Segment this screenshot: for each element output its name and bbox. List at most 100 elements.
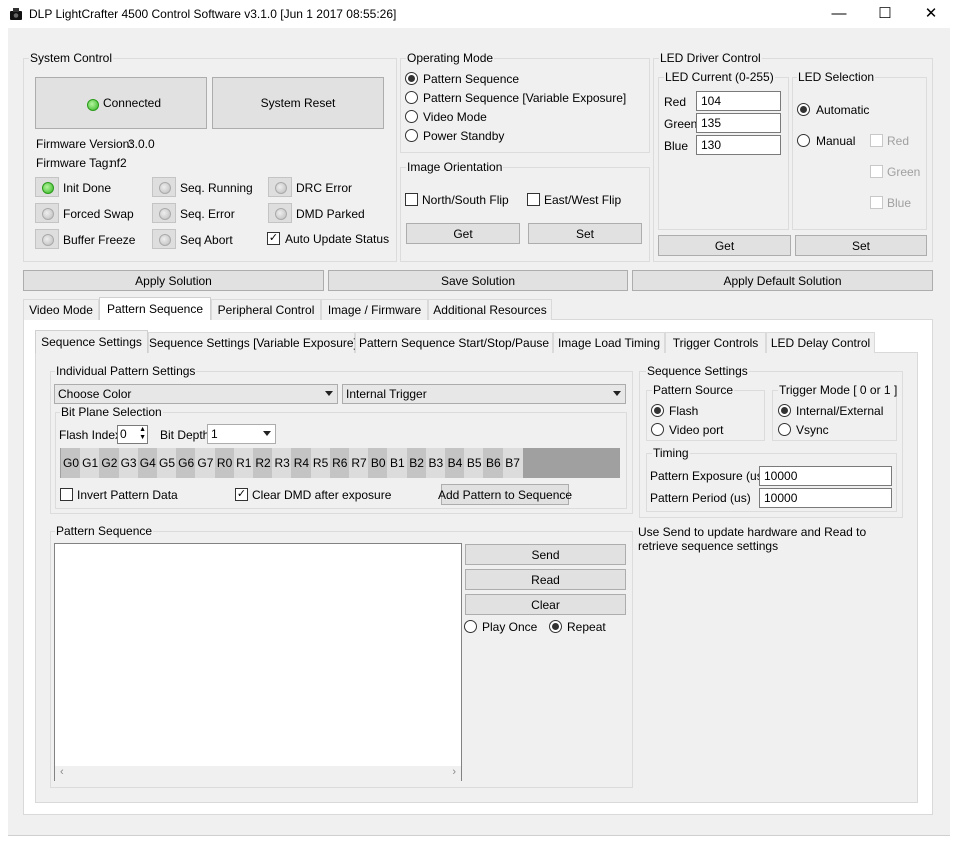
source-flash-label: Flash	[669, 404, 699, 418]
bit-plane-g7[interactable]: G7	[195, 448, 216, 478]
scroll-left-icon[interactable]: ‹	[60, 766, 64, 778]
manual-blue-label: Blue	[887, 196, 912, 210]
horizontal-scrollbar[interactable]: ‹ ›	[55, 766, 461, 781]
flash-index-spinner[interactable]: 0 ▲ ▼	[117, 425, 148, 444]
invert-pattern-checkbox[interactable]	[60, 488, 73, 501]
led-manual-radio[interactable]	[797, 134, 810, 147]
close-button[interactable]: ✕	[908, 0, 954, 28]
system-control-title: System Control	[29, 51, 114, 65]
tab-trigger-controls[interactable]: Trigger Controls	[665, 332, 766, 353]
apply-solution-button[interactable]: Apply Solution	[23, 270, 324, 291]
trigger-mode-title: Trigger Mode [ 0 or 1 ]	[778, 383, 899, 397]
bit-plane-g1[interactable]: G1	[80, 448, 101, 478]
tab-additional-resources[interactable]: Additional Resources	[428, 299, 552, 320]
bit-plane-g2[interactable]: G2	[99, 448, 120, 478]
tab-video-mode[interactable]: Video Mode	[23, 299, 99, 320]
bit-plane-b7[interactable]: B7	[502, 448, 523, 478]
add-pattern-button[interactable]: Add Pattern to Sequence	[438, 484, 572, 505]
bit-plane-b2[interactable]: B2	[406, 448, 427, 478]
tab-pattern-start-stop[interactable]: Pattern Sequence Start/Stop/Pause	[355, 332, 553, 353]
north-south-flip-label: North/South Flip	[422, 193, 509, 207]
drc-error-label: DRC Error	[296, 181, 352, 195]
led-blue-input[interactable]: 130	[696, 135, 781, 155]
repeat-radio[interactable]	[549, 620, 562, 633]
individual-pattern-title: Individual Pattern Settings	[55, 364, 197, 378]
mode-video-radio[interactable]	[405, 110, 418, 123]
read-button[interactable]: Read	[465, 569, 626, 590]
led-set-button[interactable]: Set	[795, 235, 927, 256]
apply-default-solution-button[interactable]: Apply Default Solution	[632, 270, 933, 291]
tab-sequence-settings-variable[interactable]: Sequence Settings [Variable Exposure]	[148, 332, 357, 353]
bit-plane-b3[interactable]: B3	[425, 448, 446, 478]
choose-color-dropdown[interactable]: Choose Color	[54, 384, 338, 404]
bit-plane-g5[interactable]: G5	[157, 448, 177, 478]
save-solution-button[interactable]: Save Solution	[328, 270, 628, 291]
title-bar: DLP LightCrafter 4500 Control Software v…	[0, 0, 959, 28]
manual-green-checkbox[interactable]	[870, 165, 883, 178]
bit-plane-b6[interactable]: B6	[483, 448, 504, 478]
orientation-get-button[interactable]: Get	[406, 223, 520, 244]
tab-image-load-timing[interactable]: Image Load Timing	[553, 332, 665, 353]
bit-plane-g3[interactable]: G3	[118, 448, 139, 478]
led-current-title: LED Current (0-255)	[664, 70, 775, 84]
bit-plane-b5[interactable]: B5	[464, 448, 485, 478]
tab-sequence-settings[interactable]: Sequence Settings	[35, 330, 148, 353]
send-button[interactable]: Send	[465, 544, 626, 565]
led-red-input[interactable]: 104	[696, 91, 781, 111]
bit-plane-g6[interactable]: G6	[176, 448, 197, 478]
orientation-set-button[interactable]: Set	[528, 223, 642, 244]
tab-peripheral-control[interactable]: Peripheral Control	[211, 299, 321, 320]
mode-power-standby-radio[interactable]	[405, 129, 418, 142]
bit-plane-b1[interactable]: B1	[387, 448, 408, 478]
dmd-parked-label: DMD Parked	[296, 207, 365, 221]
tab-pattern-sequence[interactable]: Pattern Sequence	[99, 297, 211, 320]
trigger-internal-external-radio[interactable]	[778, 404, 791, 417]
led-automatic-radio[interactable]	[797, 103, 810, 116]
led-green-input[interactable]: 135	[696, 113, 781, 133]
tab-led-delay-control[interactable]: LED Delay Control	[766, 332, 875, 353]
trigger-type-value: Internal Trigger	[346, 387, 427, 401]
mode-pattern-sequence-radio[interactable]	[405, 72, 418, 85]
sequence-settings-title: Sequence Settings	[646, 364, 749, 378]
trigger-vsync-radio[interactable]	[778, 423, 791, 436]
bit-plane-g0[interactable]: G0	[61, 448, 81, 478]
manual-red-checkbox[interactable]	[870, 134, 883, 147]
manual-blue-checkbox[interactable]	[870, 196, 883, 209]
trigger-type-dropdown[interactable]: Internal Trigger	[342, 384, 626, 404]
connected-button[interactable]: Connected	[35, 77, 207, 129]
play-once-radio[interactable]	[464, 620, 477, 633]
mode-pattern-variable-radio[interactable]	[405, 91, 418, 104]
image-orientation-title: Image Orientation	[406, 160, 504, 174]
led-get-button[interactable]: Get	[658, 235, 791, 256]
auto-update-checkbox[interactable]: ✓	[267, 232, 280, 245]
bit-depth-dropdown[interactable]: 1	[207, 424, 276, 444]
clear-dmd-checkbox[interactable]: ✓	[235, 488, 248, 501]
source-video-port-radio[interactable]	[651, 423, 664, 436]
minimize-button[interactable]: —	[816, 0, 862, 28]
pattern-period-input[interactable]: 10000	[759, 488, 892, 508]
clear-button[interactable]: Clear	[465, 594, 626, 615]
bit-plane-b0[interactable]: B0	[368, 448, 389, 478]
east-west-flip-checkbox[interactable]	[527, 193, 540, 206]
north-south-flip-checkbox[interactable]	[405, 193, 418, 206]
maximize-button[interactable]: ☐	[862, 0, 908, 28]
bit-plane-r3[interactable]: R3	[272, 448, 293, 478]
seq-abort-led-icon	[152, 229, 176, 249]
pattern-exposure-input[interactable]: 10000	[759, 466, 892, 486]
bit-plane-b4[interactable]: B4	[445, 448, 465, 478]
system-reset-button[interactable]: System Reset	[212, 77, 384, 129]
bit-plane-r7[interactable]: R7	[349, 448, 369, 478]
bit-plane-r6[interactable]: R6	[329, 448, 350, 478]
pattern-sequence-list[interactable]: ‹ ›	[54, 543, 462, 781]
bit-plane-r5[interactable]: R5	[310, 448, 331, 478]
source-flash-radio[interactable]	[651, 404, 664, 417]
bit-plane-r0[interactable]: R0	[214, 448, 235, 478]
bit-plane-r1[interactable]: R1	[233, 448, 254, 478]
tab-image-firmware[interactable]: Image / Firmware	[321, 299, 428, 320]
bit-plane-title: Bit Plane Selection	[60, 405, 163, 419]
scroll-right-icon[interactable]: ›	[452, 766, 456, 778]
bit-plane-r4[interactable]: R4	[291, 448, 312, 478]
led-green-label: Green	[664, 117, 698, 131]
bit-plane-g4[interactable]: G4	[137, 448, 158, 478]
bit-plane-r2[interactable]: R2	[253, 448, 273, 478]
